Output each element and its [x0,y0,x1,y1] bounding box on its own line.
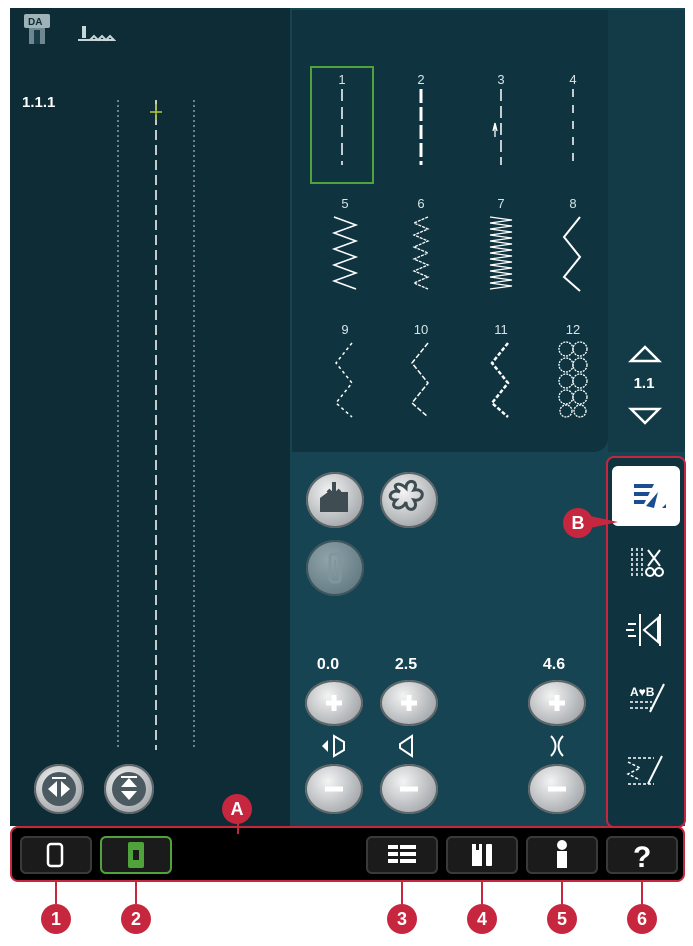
mirror-side-button[interactable] [34,764,84,814]
stitch-9[interactable]: 9 [310,316,380,426]
callout-6: 6 [627,904,657,934]
stitch-length-icon [394,734,424,758]
thread-tension-plus-button[interactable] [528,680,586,726]
stitch-number: 3 [497,72,505,87]
help-tab[interactable]: ? [606,836,678,874]
start-menu-tab[interactable] [20,836,92,874]
stitch-number: 11 [494,322,508,337]
stitch-position-minus-button[interactable] [305,764,363,814]
svg-text:DA: DA [28,17,42,28]
stitch-5[interactable]: 5 [310,190,380,300]
selection-menu-tab[interactable] [366,836,438,874]
stitch-settings-tab[interactable] [612,466,680,526]
save-stitch-button[interactable] [306,472,364,528]
stitch-position-value: 0.0 [316,656,340,673]
stitch-12[interactable]: 12 [538,316,608,426]
sequence-button[interactable] [306,540,364,596]
stitch-11[interactable]: 11 [466,316,536,426]
scroll-up-icon[interactable] [627,344,663,364]
settings-menu-tab[interactable] [446,836,518,874]
sewing-mode-tab[interactable] [100,836,172,874]
stitch-length-value: 2.5 [394,656,418,673]
mirror-end-button[interactable] [104,764,154,814]
stitch-1[interactable]: 1 [310,66,374,184]
thread-tension-value: 4.6 [542,656,566,673]
svg-text:?: ? [633,841,651,874]
svg-text:A♥B: A♥B [630,685,655,699]
stitch-number-label: 1.1.1 [22,94,56,111]
callout-3: 3 [387,904,417,934]
stitch-length-plus-button[interactable] [380,680,438,726]
callout-a: A [222,794,252,824]
stitch-8[interactable]: 8 [538,190,608,300]
presser-foot-icon: DA [22,12,52,46]
stitch-number: 10 [413,322,429,337]
thread-tension-icon [542,734,572,758]
thread-tension-minus-button[interactable] [528,764,586,814]
stitch-position-plus-button[interactable] [305,680,363,726]
stitch-number: 12 [565,322,581,337]
callout-4: 4 [467,904,497,934]
stitch-number: 9 [341,322,349,337]
callout-2: 2 [121,904,151,934]
feed-dog-icon [76,24,117,44]
stitch-number: 6 [417,196,425,211]
callout-pointers [55,880,643,904]
stitch-number: 4 [569,72,577,87]
scroll-down-icon[interactable] [627,406,663,426]
patchwork-icon[interactable] [612,740,680,800]
info-tab[interactable] [526,836,598,874]
stitch-creator-button[interactable] [380,472,438,528]
stitch-6[interactable]: 6 [386,190,456,300]
stitch-number: 1 [338,72,346,87]
callout-5: 5 [547,904,577,934]
stitch-number: 8 [569,196,577,211]
single-stitch-icon[interactable]: A♥B [612,668,680,728]
stitch-2[interactable]: 2 [386,66,456,176]
stitch-length-minus-button[interactable] [380,764,438,814]
callout-b-pointer [590,516,618,528]
stitch-4[interactable]: 4 [538,66,608,176]
stitch-7[interactable]: 7 [466,190,536,300]
stitch-number: 2 [417,72,425,87]
stitch-number: 7 [497,196,505,211]
stitch-programming-icon[interactable] [612,534,680,594]
stitch-position-icon [318,734,348,758]
stitch-10[interactable]: 10 [386,316,456,426]
menu-page-label: 1.1 [633,375,655,392]
tapering-icon[interactable] [612,600,680,660]
stitch-3[interactable]: 3 [466,66,536,176]
callout-1: 1 [41,904,71,934]
callout-a-pointer [237,822,239,834]
stitch-number: 5 [341,196,349,211]
callout-b: B [563,508,593,538]
stitch-preview-lines [117,100,195,750]
